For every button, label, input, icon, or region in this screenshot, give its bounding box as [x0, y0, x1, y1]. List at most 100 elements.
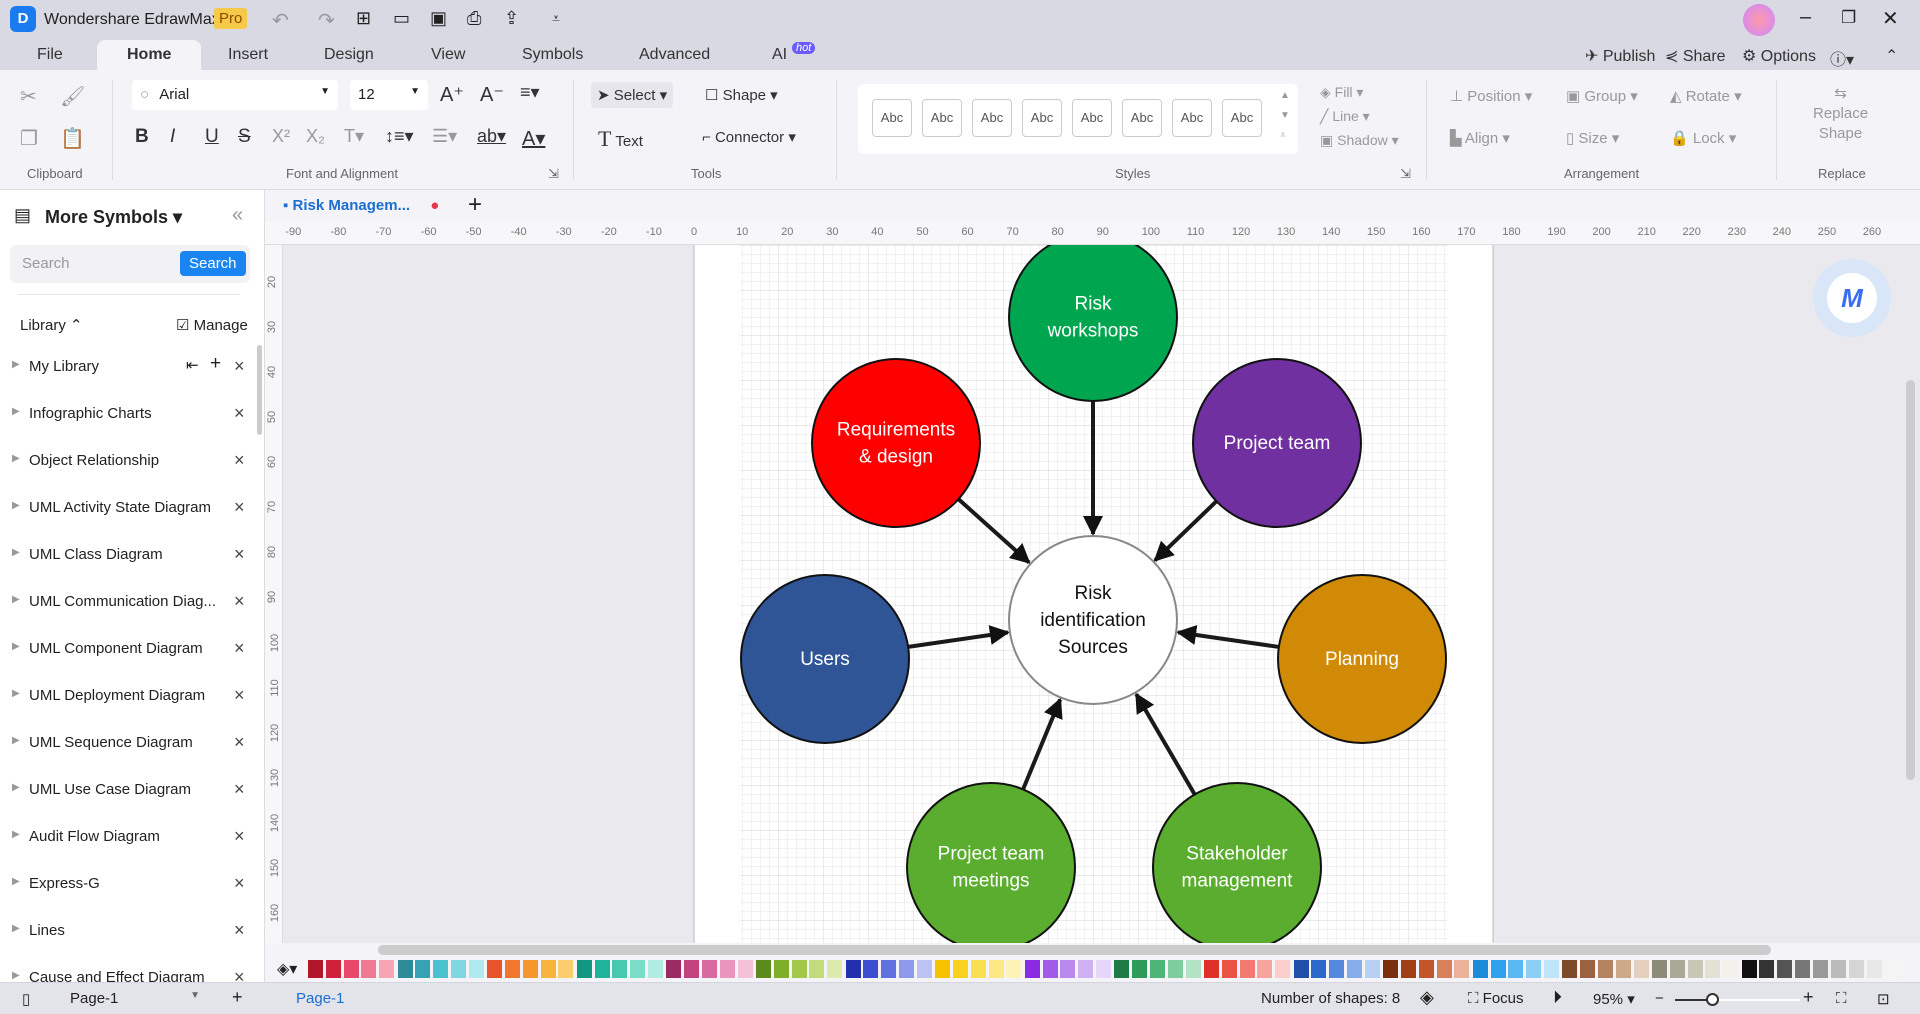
- color-swatch[interactable]: [630, 960, 646, 978]
- close-icon[interactable]: ×: [234, 356, 245, 377]
- search-input[interactable]: Search: [22, 255, 70, 272]
- color-swatch[interactable]: [1741, 960, 1757, 978]
- color-swatch[interactable]: [1436, 960, 1452, 978]
- publish-button[interactable]: ✈ Publish: [1585, 46, 1655, 66]
- color-swatch[interactable]: [809, 960, 825, 978]
- color-swatch[interactable]: [773, 960, 789, 978]
- lock-button[interactable]: 🔒 Lock ▾: [1670, 129, 1736, 147]
- color-swatch[interactable]: [594, 960, 610, 978]
- library-item[interactable]: ▶ UML Deployment Diagram ×: [0, 682, 255, 712]
- color-swatch[interactable]: [1204, 960, 1219, 978]
- tab-advanced[interactable]: Advanced: [639, 46, 710, 64]
- rotate-button[interactable]: ◭ Rotate ▾: [1670, 87, 1742, 105]
- close-icon[interactable]: ×: [234, 920, 245, 941]
- tab-symbols[interactable]: Symbols: [522, 46, 583, 64]
- color-swatch[interactable]: [1615, 960, 1631, 978]
- format-painter-icon[interactable]: 🖌: [60, 84, 85, 109]
- color-swatch[interactable]: [1652, 960, 1667, 978]
- color-swatch[interactable]: [719, 960, 735, 978]
- vertical-scrollbar[interactable]: [1906, 380, 1915, 780]
- expand-icon[interactable]: ▶: [12, 735, 20, 746]
- library-item[interactable]: ▶ My Library ⇤ + ×: [0, 353, 255, 383]
- color-swatch[interactable]: [325, 960, 341, 978]
- color-swatch[interactable]: [540, 960, 556, 978]
- expand-icon[interactable]: ▶: [12, 688, 20, 699]
- color-swatch[interactable]: [684, 960, 700, 978]
- close-icon[interactable]: ×: [234, 497, 245, 518]
- expand-icon[interactable]: ▶: [12, 923, 20, 934]
- library-item[interactable]: ▶ Lines ×: [0, 917, 255, 947]
- color-swatch[interactable]: [558, 960, 574, 978]
- color-swatch[interactable]: [1633, 960, 1649, 978]
- color-swatch[interactable]: [737, 960, 753, 978]
- bullets-icon[interactable]: ☰▾: [432, 126, 457, 147]
- document-tab[interactable]: ▪ Risk Managem... ●: [283, 197, 439, 214]
- color-swatch[interactable]: [1562, 960, 1578, 978]
- diagram-node[interactable]: Stakeholder management: [1152, 782, 1322, 943]
- color-swatch[interactable]: [1132, 960, 1148, 978]
- diagram-node[interactable]: Planning: [1277, 574, 1447, 744]
- strikethrough-icon[interactable]: S: [238, 126, 251, 148]
- style-sample[interactable]: Abc: [872, 99, 912, 137]
- italic-icon[interactable]: I: [170, 126, 175, 148]
- color-swatch[interactable]: [1275, 960, 1291, 978]
- add-tab-button[interactable]: +: [468, 191, 482, 219]
- color-swatch[interactable]: [1096, 960, 1111, 978]
- color-swatch[interactable]: [1723, 960, 1739, 978]
- node-circle[interactable]: [811, 358, 981, 528]
- add-icon[interactable]: +: [210, 353, 221, 375]
- color-swatch[interactable]: [916, 960, 932, 978]
- font-size-select[interactable]: 12 ▼: [350, 80, 428, 110]
- color-swatch[interactable]: [899, 960, 914, 978]
- color-swatch[interactable]: [1795, 960, 1810, 978]
- color-swatch[interactable]: [1418, 960, 1434, 978]
- shadow-button[interactable]: ▣ Shadow ▾: [1320, 132, 1399, 149]
- tab-file[interactable]: File: [37, 46, 63, 64]
- play-icon[interactable]: ⏵: [1553, 987, 1562, 1008]
- color-swatch[interactable]: [415, 960, 431, 978]
- underline-icon[interactable]: U: [205, 126, 219, 148]
- color-swatch[interactable]: [1221, 960, 1237, 978]
- collapse-ribbon-icon[interactable]: ⌃: [1885, 46, 1898, 66]
- close-icon[interactable]: ×: [234, 779, 245, 800]
- align-icon[interactable]: ≡▾: [520, 82, 540, 103]
- font-family-select[interactable]: ○ Arial ▼: [132, 80, 338, 110]
- library-item[interactable]: ▶ UML Activity State Diagram ×: [0, 494, 255, 524]
- style-sample[interactable]: Abc: [1122, 99, 1162, 137]
- diagram-node[interactable]: Project team meetings: [906, 782, 1076, 943]
- expand-icon[interactable]: ▶: [12, 970, 20, 981]
- close-icon[interactable]: ×: [234, 544, 245, 565]
- color-swatch[interactable]: [1185, 960, 1201, 978]
- style-sample[interactable]: Abc: [922, 99, 962, 137]
- color-swatch[interactable]: [1687, 960, 1703, 978]
- color-swatch[interactable]: [1866, 960, 1882, 978]
- library-item[interactable]: ▶ UML Component Diagram ×: [0, 635, 255, 665]
- color-swatch[interactable]: [505, 960, 520, 978]
- expand-icon[interactable]: ▶: [12, 876, 20, 887]
- fill-button[interactable]: ◈ Fill ▾: [1320, 84, 1363, 101]
- color-swatch[interactable]: [1849, 960, 1864, 978]
- color-swatch[interactable]: [1526, 960, 1542, 978]
- library-item[interactable]: ▶ UML Sequence Diagram ×: [0, 729, 255, 759]
- color-swatch[interactable]: [1401, 960, 1416, 978]
- subscript-icon[interactable]: X₂: [306, 126, 325, 147]
- library-item[interactable]: ▶ UML Class Diagram ×: [0, 541, 255, 571]
- color-swatch[interactable]: [1884, 960, 1900, 978]
- share-button[interactable]: ⋞ Share: [1665, 46, 1726, 66]
- color-swatch[interactable]: [1472, 960, 1488, 978]
- style-sample[interactable]: Abc: [1172, 99, 1212, 137]
- expand-icon[interactable]: ▶: [12, 641, 20, 652]
- page-panel-icon[interactable]: ▯: [22, 990, 30, 1008]
- color-swatch[interactable]: [379, 960, 395, 978]
- fit-page-icon[interactable]: ⛶: [1836, 990, 1847, 1007]
- dialog-launcher-icon[interactable]: ⇲: [1400, 166, 1411, 182]
- color-swatch[interactable]: [756, 960, 771, 978]
- cut-icon[interactable]: ✂: [20, 84, 37, 109]
- zoom-select[interactable]: 95% ▾: [1593, 990, 1635, 1008]
- diagram-node[interactable]: Requirements & design: [811, 358, 981, 528]
- color-swatch[interactable]: [308, 960, 323, 978]
- page-select[interactable]: Page-1 ▼: [70, 990, 200, 1007]
- customize-icon[interactable]: ⩡: [552, 10, 560, 27]
- sidebar-scrollbar[interactable]: [257, 345, 262, 435]
- more-symbols-dropdown[interactable]: More Symbols ▾: [45, 207, 182, 228]
